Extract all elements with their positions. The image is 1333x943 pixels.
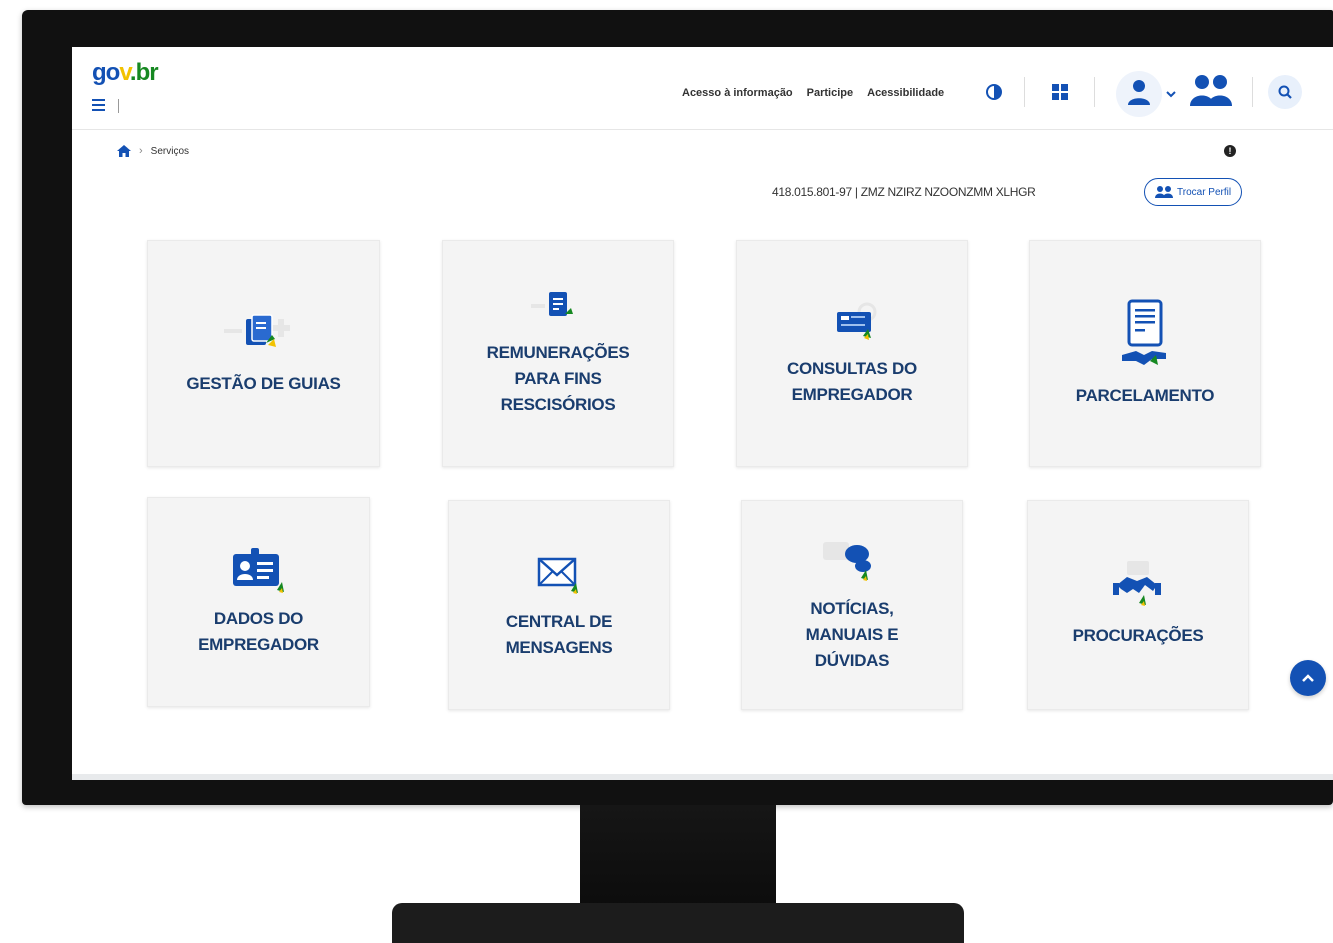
switch-profile-button[interactable]: Trocar Perfil <box>1144 178 1243 206</box>
monitor-frame: gov.br Acesso à informação Participe Ace… <box>22 10 1333 805</box>
hamburger-menu-icon[interactable] <box>92 99 105 111</box>
header-divider <box>1252 77 1253 107</box>
link-participe[interactable]: Participe <box>807 87 853 99</box>
service-card-title: GESTÃO DE GUIAS <box>186 373 341 393</box>
link-acesso-informacao[interactable]: Acesso à informação <box>682 87 793 99</box>
service-card-title: CENTRAL DE MENSAGENS <box>505 612 613 657</box>
service-card-title: DADOS DO EMPREGADOR <box>198 609 319 654</box>
installment-document-icon <box>1110 299 1180 373</box>
service-card-central-de-mensagens[interactable]: CENTRAL DE MENSAGENS <box>448 500 670 710</box>
payment-document-icon <box>523 290 593 330</box>
screen: gov.br Acesso à informação Participe Ace… <box>72 47 1333 780</box>
logo-part-br: .br <box>129 59 159 86</box>
search-icon <box>1278 85 1292 99</box>
breadcrumb: › Serviços <box>117 145 189 157</box>
search-card-icon <box>817 300 887 346</box>
user-icon[interactable] <box>1124 77 1154 107</box>
service-card-procuracoes[interactable]: PROCURAÇÕES <box>1027 500 1249 710</box>
site-header: gov.br Acesso à informação Participe Ace… <box>72 47 1333 130</box>
scroll-to-top-button[interactable] <box>1290 660 1326 696</box>
service-card-title: NOTÍCIAS, MANUAIS E DÚVIDAS <box>805 599 899 670</box>
group-users-icon <box>1155 186 1173 198</box>
switch-profile-label: Trocar Perfil <box>1177 186 1232 198</box>
breadcrumb-current: Serviços <box>150 145 190 157</box>
service-card-title: REMUNERAÇÕES PARA FINS RESCISÓRIOS <box>486 342 630 414</box>
service-card-title: CONSULTAS DO EMPREGADOR <box>787 358 917 404</box>
service-card-title: PARCELAMENTO <box>1075 385 1215 405</box>
envelope-icon <box>529 549 589 599</box>
contrast-icon[interactable] <box>985 83 1003 101</box>
service-card-dados-do-empregador[interactable]: DADOS DO EMPREGADOR <box>147 497 370 707</box>
service-card-noticias-manuais-duvidas[interactable]: NOTÍCIAS, MANUAIS E DÚVIDAS <box>741 500 963 710</box>
header-divider <box>1024 77 1025 107</box>
monitor-stand-base <box>392 903 964 943</box>
screen-bottom-bar <box>72 774 1333 780</box>
service-card-remuneracoes[interactable]: REMUNERAÇÕES PARA FINS RESCISÓRIOS <box>442 240 674 467</box>
header-divider <box>1094 77 1095 107</box>
service-card-parcelamento[interactable]: PARCELAMENTO <box>1029 240 1261 467</box>
group-users-icon[interactable] <box>1190 73 1232 107</box>
user-id-text: 418.015.801-97 | ZMZ NZIRZ NZOONZMM XLHG… <box>772 185 1036 199</box>
handshake-icon <box>1103 561 1173 613</box>
guide-document-icon <box>223 311 304 361</box>
service-card-gestao-de-guias[interactable]: GESTÃO DE GUIAS <box>147 240 380 467</box>
breadcrumb-chevron-icon: › <box>139 145 143 157</box>
employer-id-icon <box>223 546 295 596</box>
chevron-down-icon[interactable] <box>1165 88 1177 100</box>
link-acessibilidade[interactable]: Acessibilidade <box>867 87 944 99</box>
service-card-title: PROCURAÇÕES <box>1072 626 1204 645</box>
info-icon[interactable]: ! <box>1224 145 1236 157</box>
apps-grid-icon[interactable] <box>1052 84 1068 100</box>
chevron-up-icon <box>1302 674 1314 682</box>
logo-part-go: go <box>92 59 120 86</box>
search-button[interactable] <box>1268 75 1302 109</box>
top-links: Acesso à informação Participe Acessibili… <box>682 87 944 99</box>
home-icon[interactable] <box>117 145 131 157</box>
service-card-consultas-do-empregador[interactable]: CONSULTAS DO EMPREGADOR <box>736 240 968 467</box>
chat-bubbles-icon <box>817 536 887 586</box>
logo-part-v: v <box>119 59 131 86</box>
govbr-logo[interactable]: gov.br <box>92 59 159 87</box>
menu-divider <box>118 99 119 113</box>
